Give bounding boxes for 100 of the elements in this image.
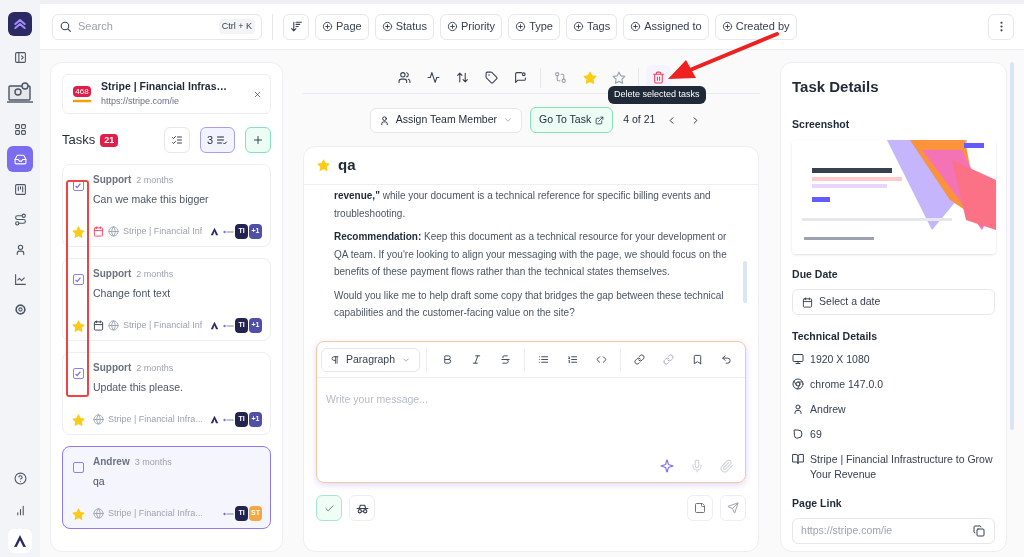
- filter-chip[interactable]: Assigned to: [623, 13, 709, 40]
- scrollbar-thumb[interactable]: [743, 261, 748, 303]
- brand-logo-icon: [223, 511, 234, 516]
- close-icon: [252, 89, 262, 99]
- task-checkbox[interactable]: [72, 368, 84, 379]
- star-icon[interactable]: [317, 159, 330, 172]
- go-to-task-button[interactable]: Go To Task: [530, 107, 614, 133]
- detail-value: chrome 147.0.0: [810, 376, 883, 392]
- bullet-list-icon: [538, 354, 550, 365]
- delete-icon: [652, 71, 665, 84]
- globe-icon: [108, 226, 119, 237]
- add-filter-icon: [322, 21, 333, 32]
- company-logo-icon: [210, 415, 219, 424]
- search-field[interactable]: Search Ctrl + K: [52, 13, 262, 40]
- tags-icon: [485, 71, 498, 84]
- user-icon: [792, 402, 805, 415]
- globe-icon: [108, 320, 119, 331]
- filter-chip[interactable]: Status: [374, 13, 434, 40]
- filter-chip[interactable]: Priority: [439, 13, 503, 40]
- add-filter-icon: [381, 21, 393, 32]
- task-checkbox[interactable]: [72, 180, 84, 191]
- message-paragraph: Would you like me to help draft some copy that bridges the gap between these technical capabilities and the customer-facing value on the site?: [334, 288, 725, 320]
- site-title: Stripe | Financial Infras…: [101, 79, 229, 95]
- numbered-list-icon: [567, 354, 579, 365]
- globe-icon: [93, 414, 104, 425]
- task-title: Change font text: [93, 285, 172, 301]
- task-checkbox[interactable]: [72, 462, 84, 473]
- ai-button[interactable]: [659, 458, 676, 474]
- filter-chip[interactable]: Type: [508, 13, 560, 40]
- task-age: 2 months: [136, 268, 174, 281]
- list-icon: [216, 134, 228, 146]
- add-filter-icon: [446, 21, 458, 32]
- site-card[interactable]: 468 Stripe | Financial Infras… https://stripe.com/ie: [62, 74, 271, 114]
- app-logo[interactable]: [8, 529, 32, 553]
- add-task-button[interactable]: [245, 127, 271, 153]
- tasks-heading: Tasks: [62, 131, 96, 150]
- sparkles-icon: [660, 459, 675, 473]
- task-author: Support: [93, 267, 132, 281]
- detail-value: 1920 X 1080: [810, 351, 870, 367]
- calendar-icon: [802, 296, 814, 308]
- star-outline-icon: [611, 70, 626, 85]
- detail-value: Stripe | Financial Infrastructure to Grow Your Revenue: [810, 451, 994, 482]
- strikethrough-icon: [500, 354, 512, 365]
- globe-icon: [93, 508, 104, 519]
- message-paragraph: revenue," while your document is a technical reference for specific billing events and troubleshooting.: [334, 189, 712, 221]
- star-icon[interactable]: [71, 508, 85, 521]
- site-url: https://stripe.com/ie: [101, 95, 181, 109]
- star-icon[interactable]: [71, 226, 85, 239]
- task-checkbox[interactable]: [72, 274, 84, 285]
- add-filter-icon: [573, 21, 584, 32]
- brand-logo-icon: [223, 323, 234, 328]
- browser-icon: [792, 377, 805, 390]
- filter-chip[interactable]: Tags: [566, 13, 618, 40]
- sort-button[interactable]: [283, 13, 309, 40]
- laptop-gear-icon[interactable]: [6, 80, 34, 106]
- assignees-icon: [398, 71, 411, 84]
- task-site: Stripe | Financial Inf: [123, 224, 202, 238]
- send-button[interactable]: [720, 495, 747, 521]
- priority-icon: [456, 71, 469, 84]
- task-position: 4 of 21: [623, 112, 656, 128]
- checklist-icon: [170, 134, 183, 146]
- link-icon: [634, 354, 646, 365]
- conversation-title: qa: [338, 155, 356, 176]
- tooltip: Delete selected tasks: [608, 86, 706, 104]
- merge-icon: [554, 71, 567, 84]
- app-logo[interactable]: [8, 12, 32, 36]
- private-mode-button[interactable]: [349, 495, 375, 521]
- brand-logo-icon: [223, 229, 234, 234]
- inbox-icon[interactable]: [7, 146, 33, 172]
- copy-button[interactable]: [972, 523, 987, 538]
- select-tasks-button[interactable]: [163, 127, 190, 153]
- block-type-dropdown[interactable]: Paragraph: [321, 347, 421, 372]
- star-icon[interactable]: [71, 320, 85, 333]
- date-picker-field[interactable]: Select a date: [792, 289, 996, 315]
- task-age: 2 months: [136, 362, 174, 375]
- filter-chip[interactable]: Created by: [714, 13, 797, 40]
- add-filter-icon: [515, 21, 527, 32]
- detail-value: 69: [810, 426, 822, 442]
- send-icon: [727, 502, 740, 514]
- filter-chip[interactable]: Page: [315, 13, 369, 40]
- count-badge: 468: [73, 85, 91, 97]
- task-author: Andrew: [93, 455, 130, 469]
- section-label: Technical Details: [792, 329, 879, 344]
- sort-icon: [289, 20, 303, 33]
- chevron-down-icon: [503, 115, 514, 125]
- user-icon: [378, 114, 390, 126]
- search-icon: [59, 20, 72, 33]
- assign-member-dropdown[interactable]: Assign Team Member: [369, 107, 523, 133]
- code-icon: [596, 354, 608, 365]
- add-filter-icon: [721, 21, 733, 32]
- page-link: https://stripe.com/ie: [801, 522, 893, 538]
- selected-count-button[interactable]: 3: [199, 127, 235, 153]
- scrollbar-thumb[interactable]: [1010, 62, 1015, 430]
- search-input[interactable]: Search: [78, 18, 213, 35]
- shortcut-hint: Ctrl + K: [218, 18, 255, 35]
- external-link-icon: [595, 115, 605, 125]
- note-button[interactable]: [687, 495, 714, 521]
- site-logo-icon: [73, 98, 91, 103]
- star-icon[interactable]: [71, 414, 85, 427]
- task-title: Can we make this bigger: [93, 191, 210, 207]
